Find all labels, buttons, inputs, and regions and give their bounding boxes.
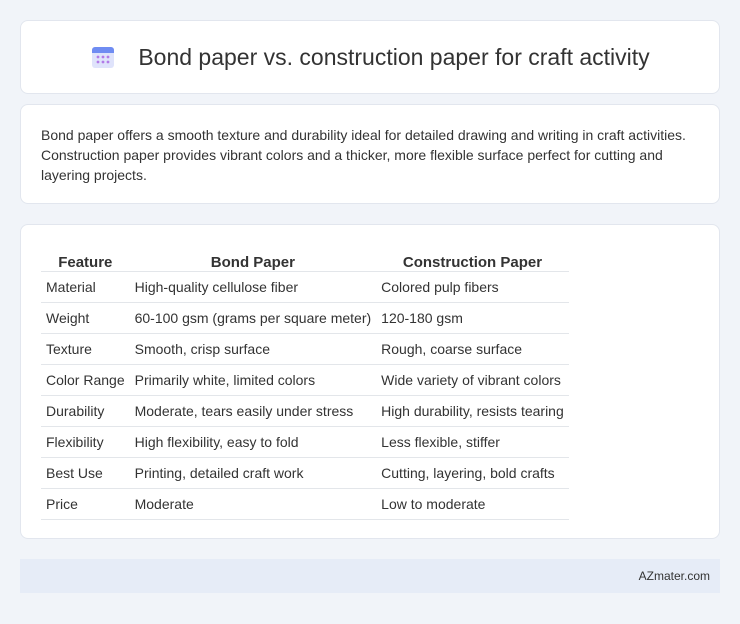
table-row: Flexibility High flexibility, easy to fo… [41, 426, 569, 458]
column-header-construction-paper: Construction Paper [376, 245, 569, 272]
cell-construction: Low to moderate [376, 488, 569, 520]
cell-bond: 60-100 gsm (grams per square meter) [129, 302, 377, 334]
cell-construction: High durability, resists tearing [376, 395, 569, 427]
cell-construction: Cutting, layering, bold crafts [376, 457, 569, 489]
table-row: Price Moderate Low to moderate [41, 488, 569, 520]
cell-construction: 120-180 gsm [376, 302, 569, 334]
table-row: Weight 60-100 gsm (grams per square mete… [41, 302, 569, 334]
cell-bond: High-quality cellulose fiber [129, 271, 377, 303]
cell-feature: Price [41, 488, 130, 520]
cell-feature: Durability [41, 395, 130, 427]
comparison-table: Feature Bond Paper Construction Paper Ma… [41, 245, 569, 520]
cell-bond: Printing, detailed craft work [129, 457, 377, 489]
cell-feature: Best Use [41, 457, 130, 489]
cell-feature: Flexibility [41, 426, 130, 458]
cell-feature: Texture [41, 333, 130, 365]
cell-feature: Material [41, 271, 130, 303]
table-row: Material High-quality cellulose fiber Co… [41, 271, 569, 303]
comparison-table-card: Feature Bond Paper Construction Paper Ma… [20, 224, 720, 539]
cell-bond: Moderate, tears easily under stress [129, 395, 377, 427]
cell-bond: Primarily white, limited colors [129, 364, 377, 396]
table-row: Best Use Printing, detailed craft work C… [41, 457, 569, 489]
column-header-bond-paper: Bond Paper [129, 245, 377, 272]
page-title: Bond paper vs. construction paper for cr… [138, 43, 650, 70]
footer-brand: AZmater.com [638, 569, 710, 583]
cell-construction: Rough, coarse surface [376, 333, 569, 365]
cell-bond: Moderate [129, 488, 377, 520]
cell-construction: Colored pulp fibers [376, 271, 569, 303]
description-card: Bond paper offers a smooth texture and d… [20, 104, 720, 204]
title-card: Bond paper vs. construction paper for cr… [20, 20, 720, 94]
table-row: Texture Smooth, crisp surface Rough, coa… [41, 333, 569, 365]
calendar-icon [92, 47, 115, 68]
cell-bond: High flexibility, easy to fold [129, 426, 377, 458]
cell-bond: Smooth, crisp surface [129, 333, 377, 365]
cell-feature: Color Range [41, 364, 130, 396]
table-row: Color Range Primarily white, limited col… [41, 364, 569, 396]
table-header-row: Feature Bond Paper Construction Paper [41, 245, 569, 272]
description-text: Bond paper offers a smooth texture and d… [41, 127, 686, 183]
cell-construction: Wide variety of vibrant colors [376, 364, 569, 396]
cell-feature: Weight [41, 302, 130, 334]
table-row: Durability Moderate, tears easily under … [41, 395, 569, 427]
column-header-feature: Feature [41, 245, 130, 272]
footer: AZmater.com [20, 559, 720, 593]
cell-construction: Less flexible, stiffer [376, 426, 569, 458]
